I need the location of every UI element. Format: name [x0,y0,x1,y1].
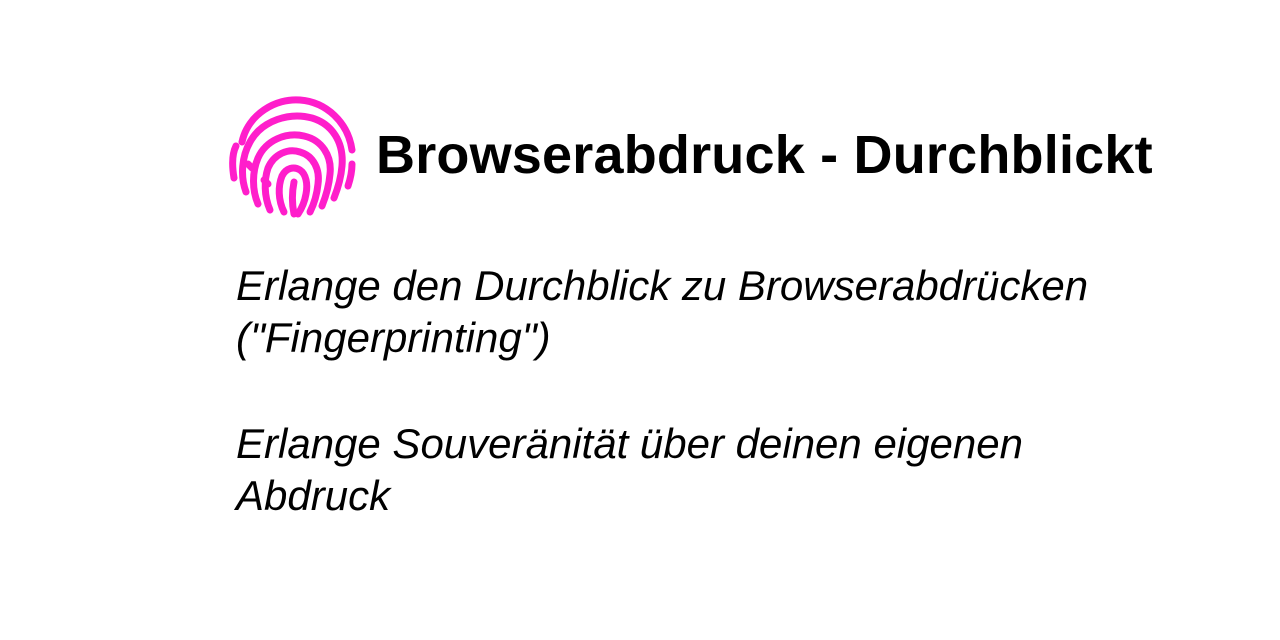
tagline-line: Erlange den Durchblick zu Browserabdrück… [236,262,1089,309]
page-title: Browserabdruck - Durchblickt [376,125,1153,185]
tagline-fingerprinting: Erlange den Durchblick zu Browserabdrück… [236,260,1226,364]
tagline-line: ("Fingerprinting") [236,314,551,361]
social-card: Browserabdruck - Durchblickt Erlange den… [0,0,1280,640]
tagline-sovereignty: Erlange Souveränität über deinen eigenen… [236,418,1226,522]
fingerprint-icon [228,92,360,220]
tagline-line: Erlange Souveränität über deinen eigenen [236,420,1023,467]
tagline-line: Abdruck [236,472,391,519]
